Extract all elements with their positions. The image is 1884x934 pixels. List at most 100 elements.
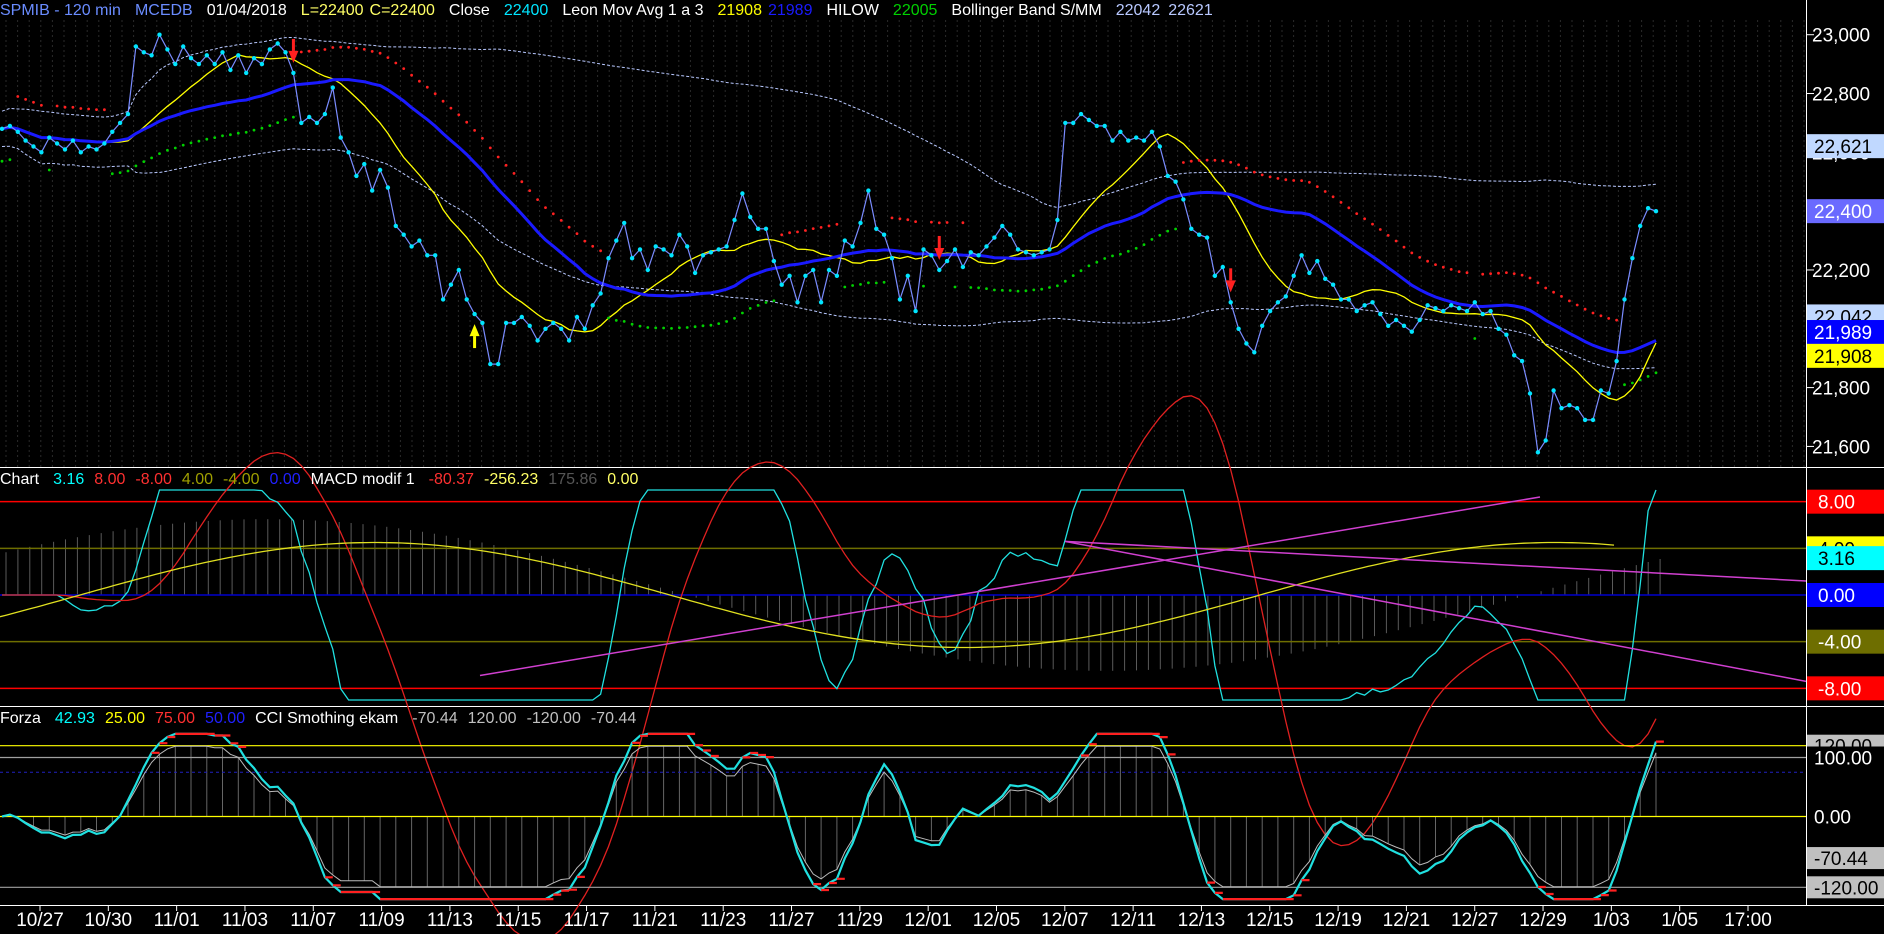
hilow-dot xyxy=(1520,273,1524,277)
hilow-dot xyxy=(425,85,429,89)
close-point xyxy=(181,44,186,49)
close-point xyxy=(1614,358,1619,364)
close-point xyxy=(637,247,643,252)
hilow-dot xyxy=(244,130,248,134)
hilow-dot xyxy=(465,120,469,124)
hilow-dot xyxy=(764,301,768,304)
hilow-dot xyxy=(717,322,721,325)
price-value-text: 22,400 xyxy=(1814,202,1872,223)
hilow-dot xyxy=(229,133,232,137)
close-point xyxy=(929,253,934,258)
hilow-dot xyxy=(292,115,295,119)
price-tick-label: 23,000 xyxy=(1812,26,1870,47)
hilow-dot xyxy=(488,146,492,150)
close-point xyxy=(244,70,249,76)
close-point xyxy=(960,264,966,270)
close-point xyxy=(496,361,501,367)
close-point xyxy=(47,135,52,140)
hilow-dot xyxy=(685,326,689,329)
close-point xyxy=(1330,282,1336,287)
close-point xyxy=(1047,247,1052,252)
close-point xyxy=(1023,250,1029,255)
hilow-dot xyxy=(670,327,673,330)
close-point xyxy=(732,217,737,223)
macd-value-9: 175.86 xyxy=(548,471,598,488)
hilow-dot xyxy=(1449,268,1453,271)
close-point xyxy=(1472,300,1478,305)
hilow-dot xyxy=(449,106,453,110)
close-point xyxy=(488,361,493,367)
close-point xyxy=(763,226,769,231)
close-point xyxy=(425,253,430,258)
hilow-dot xyxy=(843,285,847,289)
hilow-dot xyxy=(914,220,917,224)
close-point xyxy=(1488,308,1493,314)
close-point xyxy=(173,61,178,67)
time-tick-label: 1/03 xyxy=(1593,910,1630,931)
leon-value-2: 21989 xyxy=(767,2,813,19)
hilow-dot xyxy=(1465,271,1469,275)
hilow-dot xyxy=(804,229,807,232)
hilow-dot xyxy=(386,56,390,59)
hilow-dot xyxy=(418,79,421,83)
hilow-dot xyxy=(1552,290,1555,294)
hilow-dot xyxy=(599,249,602,253)
hilow-dot xyxy=(1008,289,1012,292)
close-point xyxy=(480,320,485,326)
bollinger-label: Bollinger Band S/MM xyxy=(951,2,1102,19)
macd-value-6: 0.00 xyxy=(269,471,301,488)
hilow-dot xyxy=(851,284,854,287)
time-tick-label: 12/19 xyxy=(1314,910,1362,931)
hilow-dot xyxy=(433,92,437,96)
close-point xyxy=(86,144,91,149)
close-point xyxy=(117,120,123,126)
close-point xyxy=(204,53,209,58)
close-point xyxy=(1653,209,1659,214)
close-point xyxy=(472,311,477,317)
hilow-dot xyxy=(481,136,484,140)
hilow-dot xyxy=(110,172,114,176)
hilow-dot xyxy=(1063,279,1067,283)
hilow-dot xyxy=(362,47,366,51)
hilow-dot xyxy=(347,45,350,49)
hilow-dot xyxy=(544,206,547,210)
hilow-dot xyxy=(0,159,4,163)
hilow-dot xyxy=(504,163,508,167)
close-point xyxy=(606,256,611,261)
close-point xyxy=(1512,353,1517,358)
close-point xyxy=(1582,417,1588,423)
close-point xyxy=(259,61,265,67)
hilow-dot xyxy=(1560,295,1563,298)
close-point xyxy=(7,123,13,129)
hilow-dot xyxy=(985,287,988,290)
close-point xyxy=(1338,297,1344,302)
hilow-dot xyxy=(158,152,161,156)
hilow-dot xyxy=(181,143,185,147)
close-point xyxy=(1181,197,1186,202)
hilow-dot xyxy=(937,221,941,225)
close-point xyxy=(1441,308,1446,314)
hilow-dot xyxy=(1189,159,1193,163)
hilow-dot xyxy=(268,124,272,127)
close-point xyxy=(1197,232,1202,237)
close-point xyxy=(236,53,241,58)
hilow-dot xyxy=(252,128,256,132)
close-point xyxy=(677,232,682,237)
hilow-dot xyxy=(166,148,169,152)
hilow-dot xyxy=(63,105,67,109)
hilow-dot xyxy=(1441,265,1445,269)
hilow-dot xyxy=(1591,311,1595,315)
close-point xyxy=(881,232,887,237)
cci-value-7: -120.00 xyxy=(526,710,581,727)
hilow-dot xyxy=(394,61,398,65)
macd-value-7: -80.37 xyxy=(428,471,475,488)
chart-canvas[interactable]: 23,00022,80022,60022,40022,20022,00021,8… xyxy=(0,0,1884,934)
close-point xyxy=(976,253,981,258)
close-point xyxy=(866,188,871,193)
hilow-dot xyxy=(1646,375,1650,378)
close-point xyxy=(94,147,99,152)
close-point xyxy=(283,50,288,55)
macd-value-text: 8.00 xyxy=(1818,493,1855,514)
hilow-dot xyxy=(378,51,382,55)
time-tick-label: 11/21 xyxy=(632,910,678,931)
